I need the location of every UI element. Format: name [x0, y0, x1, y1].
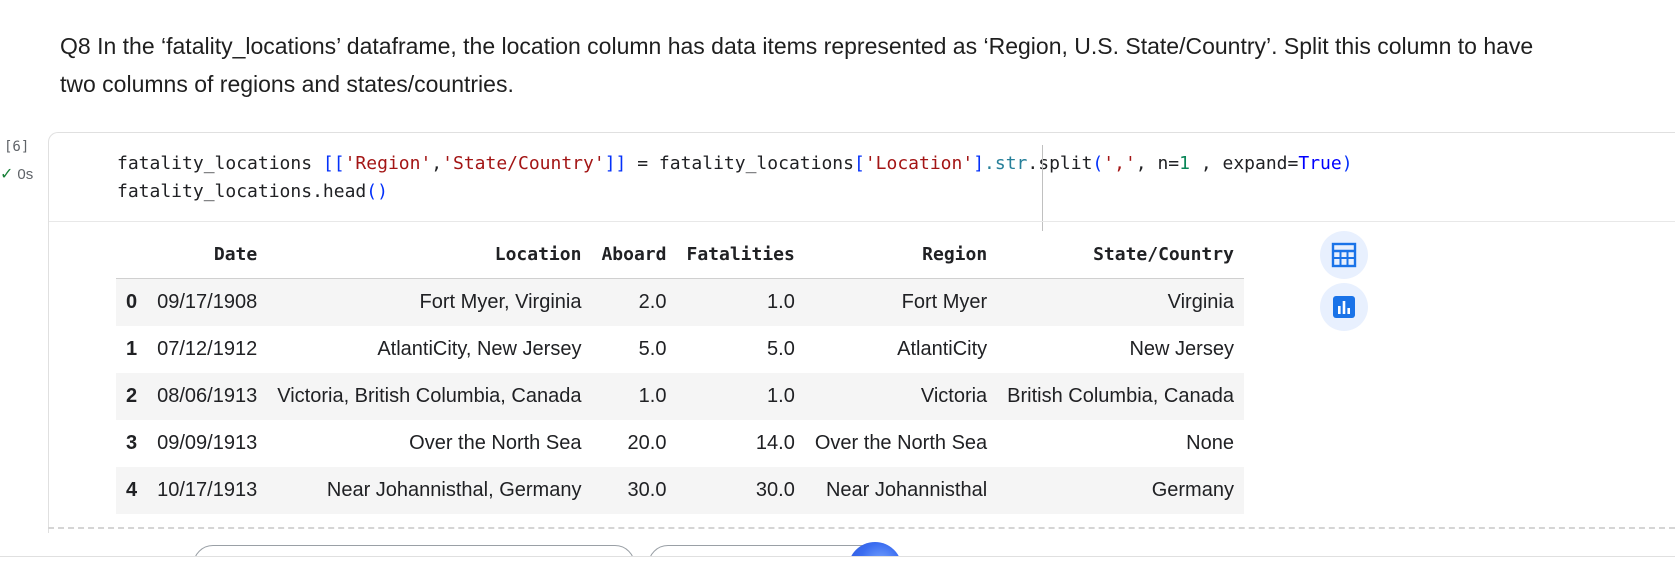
check-icon: ✓ — [0, 166, 14, 183]
table-icon — [1331, 242, 1357, 268]
column-header: Fatalities — [676, 230, 805, 279]
code-token: ] — [973, 153, 985, 174]
table-header-row: Date Location Aboard Fatalities Region S… — [116, 230, 1244, 279]
table-cell: 30.0 — [591, 467, 677, 514]
convert-to-interactive-table-button[interactable] — [1320, 231, 1368, 279]
table-cell: 5.0 — [767, 338, 795, 360]
table-cell: Germany — [997, 467, 1244, 514]
bar-chart-icon — [1333, 296, 1355, 318]
table-cell: AtlantiCity, New Jersey — [377, 338, 582, 360]
execution-time: 0s — [17, 165, 34, 183]
suggest-charts-button[interactable] — [1320, 283, 1368, 331]
table-cell: Virginia — [997, 278, 1244, 326]
row-index: 4 — [116, 467, 148, 514]
table-cell: 2.0 — [591, 278, 677, 326]
column-header: Location — [267, 230, 592, 279]
table-cell: 5.0 — [638, 338, 667, 360]
table-cell: 14.0 — [755, 432, 795, 454]
column-header — [116, 230, 148, 279]
code-token: 'Region' — [344, 153, 432, 174]
code-token: fatality_locations.head — [117, 181, 367, 202]
table-cell: Fort Myer, Virginia — [267, 278, 592, 326]
table-cell: 1.0 — [676, 373, 805, 420]
table-cell: Near Johannisthal, Germany — [267, 467, 592, 514]
code-token: () — [366, 181, 388, 202]
code-token: 1 — [1179, 153, 1190, 174]
code-token: ( — [1092, 153, 1104, 174]
code-token: [[ — [322, 153, 345, 174]
table-cell: British Columbia, Canada — [997, 373, 1244, 420]
table-cell: 1.0 — [591, 373, 677, 420]
table-cell: 30.0 — [676, 467, 805, 514]
code-token: = fatality_locations — [626, 153, 854, 174]
execution-status: ✓ 0s — [0, 164, 33, 184]
column-header: Aboard — [591, 230, 677, 279]
table-row: 1 07/12/1912 AtlantiCity, New Jersey 5.0… — [116, 326, 1244, 373]
code-token: ) — [1341, 153, 1353, 174]
row-index: 3 — [126, 432, 138, 454]
table-cell: Over the North Sea — [409, 432, 582, 454]
table-cell: New Jersey — [1129, 338, 1234, 360]
code-token: , expand= — [1189, 153, 1299, 174]
table-cell: Victoria, British Columbia, Canada — [267, 373, 592, 420]
code-token: 'State/Country' — [442, 153, 605, 174]
row-index: 1 — [126, 338, 138, 360]
table-cell: Victoria — [804, 373, 998, 420]
code-token: ',' — [1103, 153, 1136, 174]
table-row: 0 09/17/1908 Fort Myer, Virginia 2.0 1.0… — [116, 278, 1244, 326]
table-cell: 07/12/1912 — [157, 338, 258, 360]
row-index: 2 — [116, 373, 148, 420]
table-cell: Over the North Sea — [814, 432, 988, 454]
dataframe-table: Date Location Aboard Fatalities Region S… — [116, 230, 1244, 514]
code-token: , n= — [1135, 153, 1180, 174]
table-cell: 08/06/1913 — [147, 373, 268, 420]
cell-bottom-divider — [48, 527, 1675, 529]
text-cursor — [1042, 145, 1043, 231]
code-token: , — [431, 153, 443, 174]
code-token: .str — [984, 153, 1028, 174]
row-index: 0 — [116, 278, 148, 326]
table-cell: Fort Myer — [804, 278, 998, 326]
table-row: 3 09/09/1913 Over the North Sea 20.0 14.… — [116, 420, 1244, 467]
column-header: Region — [804, 230, 998, 279]
output-divider — [49, 221, 1675, 222]
code-token: fatality_locations — [117, 153, 323, 174]
column-header: State/Country — [997, 230, 1244, 279]
code-editor[interactable]: fatality_locations [['Region','State/Cou… — [117, 150, 1353, 206]
table-cell: 09/17/1908 — [147, 278, 268, 326]
code-token: 'Location' — [864, 153, 974, 174]
code-token: ]] — [604, 153, 627, 174]
table-cell: 1.0 — [676, 278, 805, 326]
table-row: 2 08/06/1913 Victoria, British Columbia,… — [116, 373, 1244, 420]
table-cell: 09/09/1913 — [157, 432, 258, 454]
code-token: True — [1298, 153, 1342, 174]
column-header: Date — [147, 230, 268, 279]
notebook-page: Q8 In the ‘fatality_locations’ dataframe… — [0, 0, 1675, 574]
bottom-status-bar — [0, 556, 1675, 574]
code-token: .split — [1027, 153, 1093, 174]
table-cell: 20.0 — [627, 432, 667, 454]
markdown-question: Q8 In the ‘fatality_locations’ dataframe… — [60, 33, 1534, 97]
table-row: 4 10/17/1913 Near Johannisthal, Germany … — [116, 467, 1244, 514]
table-cell: None — [1186, 432, 1234, 454]
table-cell: 10/17/1913 — [147, 467, 268, 514]
table-cell: AtlantiCity — [897, 338, 988, 360]
execution-count: [6] — [4, 139, 30, 155]
code-token: [ — [853, 153, 865, 174]
table-cell: Near Johannisthal — [804, 467, 998, 514]
